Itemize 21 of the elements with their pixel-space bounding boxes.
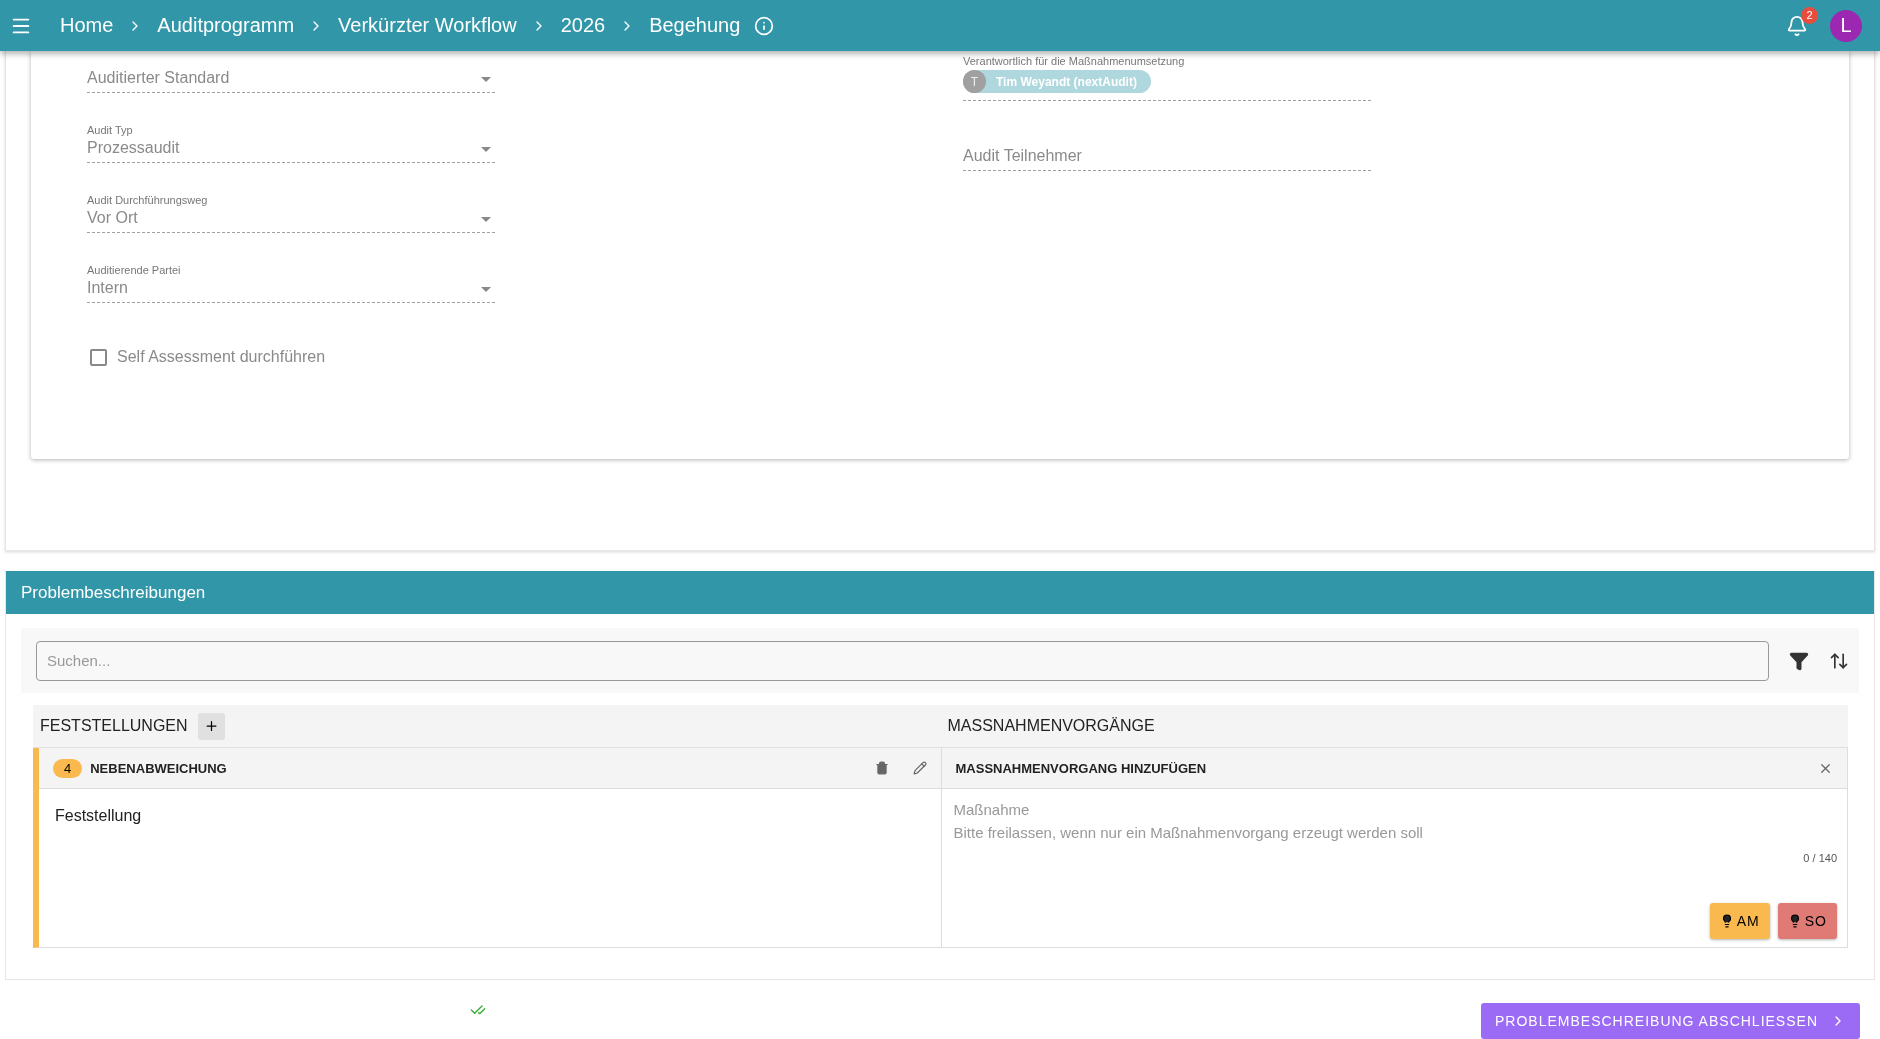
field-value: Prozessaudit xyxy=(87,139,180,157)
notification-badge: 2 xyxy=(1801,6,1818,24)
char-counter: 0 / 140 xyxy=(1803,852,1837,864)
section-title: Problembeschreibungen xyxy=(6,571,1874,614)
column-title: MASSNAHMENVORGÄNGE xyxy=(947,717,1155,735)
field-value: Intern xyxy=(87,279,128,297)
field-label: Auditierende Partei xyxy=(87,264,182,276)
column-title: FESTSTELLUNGEN xyxy=(40,717,188,735)
finding-text: Feststellung xyxy=(55,807,143,825)
checkbox-label: Self Assessment durchführen xyxy=(117,348,326,366)
field-label: Audit Durchführungsweg xyxy=(87,194,209,206)
field-label: Maßnahme xyxy=(953,801,1031,818)
field-value: Audit Teilnehmer xyxy=(963,147,1082,165)
field-value: Vor Ort xyxy=(87,209,138,227)
field-label: Verantwortlich für die Maßnahmenumsetzung xyxy=(963,55,1186,67)
count-badge: 4 xyxy=(53,758,83,778)
action-title: MASSNAHMENVORGANG HINZUFÜGEN xyxy=(955,760,1208,776)
field-label: Audit Typ xyxy=(87,124,134,136)
chip-avatar: T xyxy=(963,70,986,93)
field-value: Auditierter Standard xyxy=(87,69,230,87)
finding-type: NEBENABWEICHUNG xyxy=(90,760,228,776)
